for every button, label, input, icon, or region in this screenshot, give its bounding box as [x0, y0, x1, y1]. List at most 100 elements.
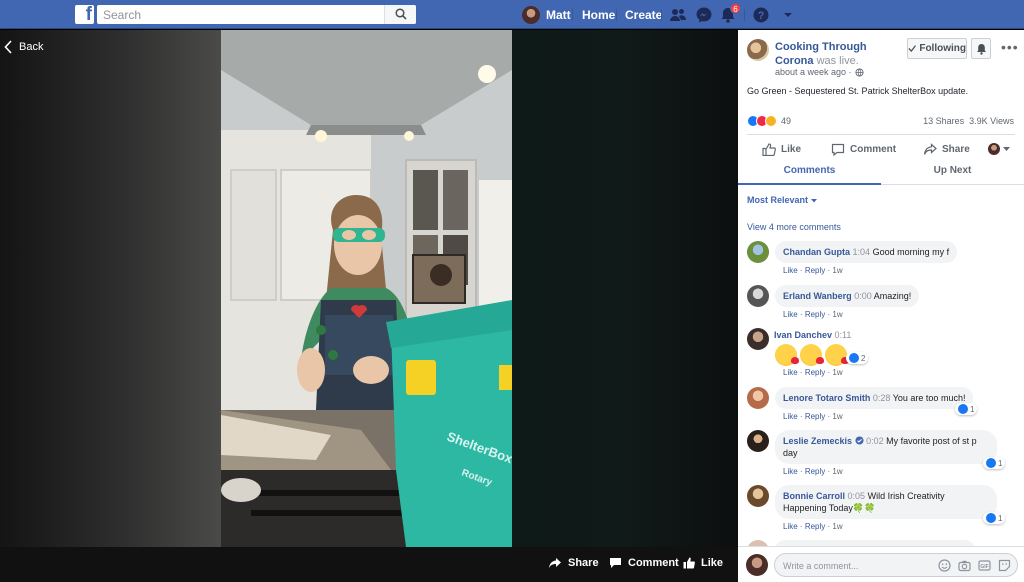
following-button[interactable]: Following — [907, 38, 967, 59]
like-button[interactable]: Like — [762, 143, 801, 156]
shares-count[interactable]: 13 Shares — [923, 116, 964, 126]
more-options-icon[interactable]: ••• — [1001, 39, 1019, 55]
share-button[interactable]: Share — [923, 143, 970, 156]
avatar[interactable] — [747, 241, 769, 263]
comment-reply-link[interactable]: Reply — [805, 310, 825, 319]
create-link[interactable]: Create — [625, 8, 662, 22]
comment-like-link[interactable]: Like — [783, 368, 798, 377]
tab-comments[interactable]: Comments — [738, 160, 881, 185]
commenter-name[interactable]: Lenore Totaro Smith — [783, 393, 870, 403]
home-link[interactable]: Home — [582, 8, 615, 22]
video-like-button[interactable]: Like — [683, 557, 723, 569]
commenter-name[interactable]: Ivan Danchev — [774, 330, 832, 340]
video-share-button[interactable]: Share — [548, 557, 599, 569]
view-more-comments-link[interactable]: View 4 more comments — [747, 222, 841, 232]
friend-requests-icon[interactable] — [669, 6, 687, 24]
commenter-name[interactable]: Bonnie Carroll — [783, 491, 845, 501]
nav-divider — [572, 9, 573, 21]
checkmark-icon — [908, 45, 917, 52]
comment-bubble: Erland Wanberg 0:00 Amazing! — [775, 285, 920, 307]
comment-reply-link[interactable]: Reply — [805, 522, 825, 531]
comment-actions: Like · Reply · 1w — [783, 368, 843, 377]
comment-sort-dropdown[interactable]: Most Relevant — [747, 195, 817, 205]
back-label: Back — [19, 41, 44, 53]
comment-like-link[interactable]: Like — [783, 522, 798, 531]
comment-timestamp[interactable]: 0:11 — [835, 330, 852, 340]
help-icon[interactable]: ? — [752, 6, 770, 24]
comment-reaction-count[interactable]: 1 — [955, 403, 978, 415]
commenter-name[interactable]: Erland Wanberg — [783, 291, 852, 301]
comment-timestamp[interactable]: 0:02 — [866, 436, 884, 446]
emoji-picker-icon[interactable] — [938, 559, 951, 572]
avatar[interactable] — [747, 285, 769, 307]
tab-up-next[interactable]: Up Next — [881, 165, 1024, 176]
thumbs-up-outline-icon — [762, 143, 776, 156]
comment-like-link[interactable]: Like — [783, 310, 798, 319]
comment-reply-link[interactable]: Reply — [805, 266, 825, 275]
notification-bell-button[interactable] — [971, 38, 991, 59]
comment-actions: Like · Reply · 1w — [783, 522, 843, 531]
search-input[interactable] — [103, 7, 373, 22]
post-side-panel: Cooking Through Corona was live. about a… — [738, 30, 1024, 582]
like-reaction-icon — [986, 513, 996, 523]
comment-text: My favorite post of st p — [886, 436, 977, 446]
avatar[interactable] — [747, 387, 769, 409]
avatar — [746, 554, 768, 576]
share-arrow-icon — [549, 558, 561, 568]
comment-timestamp[interactable]: 0:05 — [848, 491, 866, 501]
comment-reaction-count[interactable]: 2 — [846, 352, 869, 364]
video-comment-button[interactable]: Comment — [609, 557, 679, 569]
post-as-selector[interactable] — [988, 143, 1015, 155]
comment-reply-link[interactable]: Reply — [805, 412, 825, 421]
sticker-icon[interactable] — [998, 559, 1011, 572]
comment-like-link[interactable]: Like — [783, 467, 798, 476]
avatar[interactable] — [747, 485, 769, 507]
comment-reply-link[interactable]: Reply — [805, 368, 825, 377]
sort-label: Most Relevant — [747, 195, 809, 205]
avatar — [522, 5, 540, 24]
profile-link[interactable]: Matt — [522, 4, 571, 25]
post-description: Go Green - Sequestered St. Patrick Shelt… — [747, 86, 969, 96]
avatar[interactable] — [747, 430, 769, 452]
comment-bubble: Chandan Gupta 1:04 Good morning my f — [775, 241, 958, 263]
comment-bubble: Leslie Zemeckis 0:02 My favorite post of… — [775, 430, 997, 464]
avatar — [988, 143, 1000, 155]
kissing-heart-emoji-icon — [775, 344, 799, 366]
comment-like-link[interactable]: Like — [783, 412, 798, 421]
comment-timestamp[interactable]: 0:28 — [873, 393, 891, 403]
comment-button[interactable]: Comment — [831, 143, 896, 156]
comment-reaction-count[interactable]: 1 — [983, 512, 1006, 524]
back-button[interactable]: Back — [4, 40, 43, 54]
video-blur-background — [512, 30, 738, 547]
nav-divider — [744, 9, 745, 21]
comment-reply-link[interactable]: Reply — [805, 467, 825, 476]
comment-reaction-count[interactable]: 1 — [983, 457, 1006, 469]
comment-input[interactable] — [783, 559, 933, 572]
shamrock-emoji-icon: 🍀🍀 — [852, 503, 876, 513]
reaction-summary[interactable]: 49 — [747, 115, 791, 127]
commenter-name[interactable]: Chandan Gupta — [783, 247, 850, 257]
chevron-down-icon — [1003, 146, 1010, 151]
comment-like-link[interactable]: Like — [783, 266, 798, 275]
camera-icon[interactable] — [958, 559, 971, 572]
comment-timestamp[interactable]: 1:04 — [853, 247, 871, 257]
page-avatar[interactable] — [747, 39, 769, 61]
thumbs-up-icon — [683, 557, 695, 569]
video-still: ShelterBox Rotary — [221, 30, 512, 547]
gif-icon[interactable]: GIF — [978, 559, 991, 572]
account-menu-chevron-icon[interactable] — [779, 6, 797, 24]
avatar[interactable] — [747, 328, 769, 350]
messenger-icon[interactable] — [695, 6, 713, 24]
search-button[interactable] — [384, 5, 416, 24]
comment-actions: Like · Reply · 1w — [783, 412, 843, 421]
comment-timestamp[interactable]: 0:00 — [854, 291, 872, 301]
post-stats: 13 Shares 3.9K Views — [923, 116, 1014, 126]
video-controls-bar: Share Comment Like — [0, 547, 738, 582]
like-label: Like — [781, 144, 802, 155]
commenter-name[interactable]: Leslie Zemeckis — [783, 436, 852, 446]
live-video-frame[interactable]: ShelterBox Rotary — [221, 30, 512, 547]
search-box — [97, 5, 416, 24]
views-count: 3.9K Views — [969, 116, 1014, 126]
facebook-logo-icon[interactable]: f — [75, 4, 94, 25]
post-timestamp[interactable]: about a week ago · — [775, 67, 864, 77]
